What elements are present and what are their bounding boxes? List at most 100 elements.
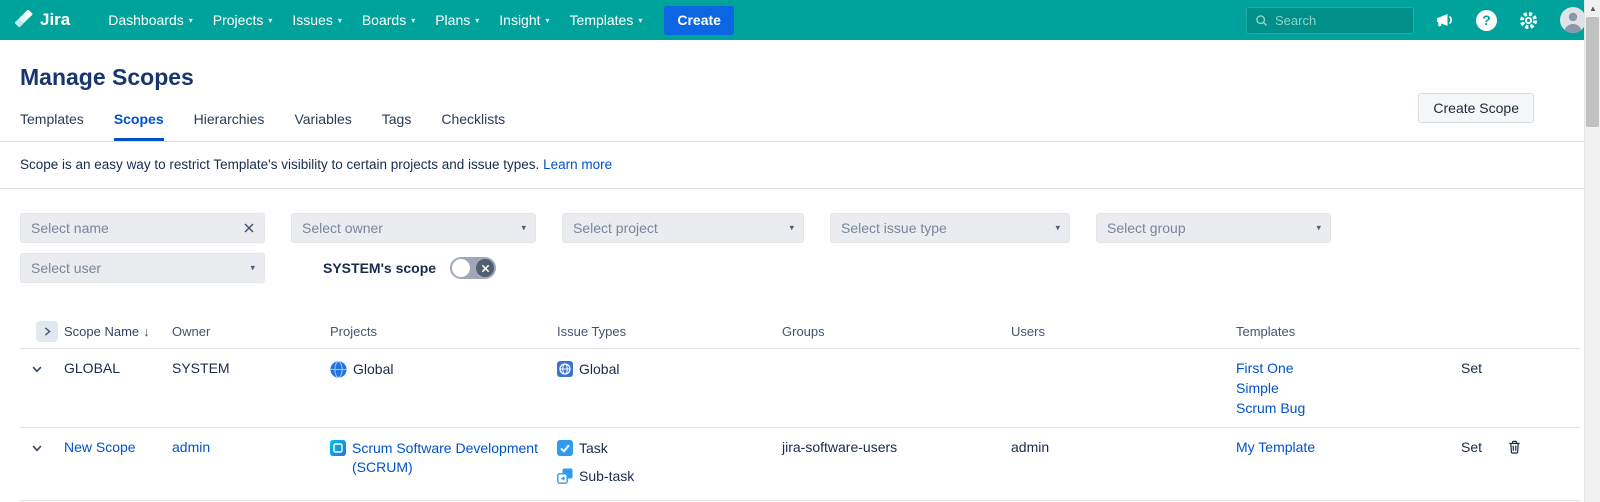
issue-type-label: Sub-task [579, 468, 635, 484]
tab-bar: Templates Scopes Hierarchies Variables T… [0, 93, 1600, 142]
table-row: New Scope admin Scrum Software Developme… [20, 428, 1580, 501]
tab-hierarchies[interactable]: Hierarchies [194, 111, 265, 141]
table-header: Scope Name ↓ Owner Projects Issue Types … [20, 319, 1580, 349]
group-filter[interactable]: Select group ▾ [1096, 213, 1331, 243]
delete-scope-button[interactable] [1507, 439, 1522, 455]
chevron-down-icon: ▾ [1316, 222, 1321, 233]
vertical-scrollbar: ▲ [1584, 0, 1600, 502]
global-search[interactable] [1246, 6, 1414, 34]
column-header-actions [1505, 319, 1580, 348]
learn-more-link[interactable]: Learn more [543, 157, 612, 172]
template-link[interactable]: Scrum Bug [1236, 400, 1451, 416]
search-icon [1255, 14, 1268, 27]
tab-scopes[interactable]: Scopes [113, 111, 164, 141]
nav-insight[interactable]: Insight ▾ [489, 0, 559, 40]
announcements-button[interactable] [1435, 11, 1455, 29]
issue-type-label: Global [579, 361, 620, 377]
nav-projects[interactable]: Projects ▾ [203, 0, 283, 40]
project-link[interactable]: Scrum Software Development (SCRUM) [352, 439, 547, 477]
chevron-down-icon: ▾ [188, 15, 193, 25]
issue-type-filter[interactable]: Select issue type ▾ [830, 213, 1070, 243]
settings-button[interactable] [1518, 10, 1539, 31]
toggle-off-x-icon [476, 259, 495, 277]
users-cell: admin [1011, 439, 1050, 455]
expand-row-button[interactable] [28, 360, 46, 378]
scope-description: Scope is an easy way to restrict Templat… [0, 142, 1600, 189]
owner-link[interactable]: admin [172, 439, 210, 455]
chevron-down-icon: ▾ [545, 15, 550, 25]
user-menu-button[interactable] [1560, 7, 1586, 33]
tab-variables[interactable]: Variables [294, 111, 351, 141]
main-nav: Dashboards ▾ Projects ▾ Issues ▾ Boards ▾ Pl… [98, 0, 652, 40]
users-cell [1011, 349, 1236, 427]
top-navbar: Jira Dashboards ▾ Projects ▾ Issues ▾ Board… [0, 0, 1600, 40]
user-filter[interactable]: Select user ▾ [20, 253, 265, 283]
column-header-owner: Owner [172, 324, 211, 339]
scrollbar-thumb[interactable] [1586, 17, 1599, 127]
name-filter-input[interactable] [31, 220, 236, 236]
chevron-down-icon: ▾ [1055, 222, 1060, 233]
column-header-groups: Groups [782, 324, 825, 339]
jira-logo[interactable]: Jira [14, 10, 70, 30]
chevron-right-icon [41, 325, 54, 338]
set-button[interactable]: Set [1461, 439, 1482, 455]
nav-plans[interactable]: Plans ▾ [425, 0, 489, 40]
actions-cell [1505, 349, 1580, 427]
nav-issues[interactable]: Issues ▾ [282, 0, 351, 40]
system-scope-toggle[interactable] [450, 257, 497, 279]
jira-app: Jira Dashboards ▾ Projects ▾ Issues ▾ Board… [0, 0, 1600, 502]
create-scope-button[interactable]: Create Scope [1418, 93, 1534, 123]
scope-name-link[interactable]: New Scope [64, 439, 136, 455]
toggle-knob [452, 259, 471, 277]
issue-type-label: Task [579, 440, 608, 456]
issue-type-item: Task [557, 439, 772, 461]
description-text: Scope is an easy way to restrict Templat… [20, 157, 540, 172]
jira-logo-icon [14, 10, 34, 30]
column-header-users: Users [1011, 324, 1045, 339]
search-input[interactable] [1275, 12, 1395, 28]
filter-row-1: Select owner ▾ Select project ▾ Select i… [20, 213, 1580, 243]
template-link[interactable]: Simple [1236, 380, 1451, 396]
owner-cell: SYSTEM [172, 360, 230, 376]
expand-row-button[interactable] [28, 439, 46, 457]
groups-cell [782, 349, 1011, 427]
clear-icon[interactable] [243, 222, 255, 234]
tab-checklists[interactable]: Checklists [441, 111, 505, 141]
scroll-up-arrow[interactable]: ▲ [1585, 0, 1600, 16]
chevron-down-icon: ▾ [337, 15, 342, 25]
table-row: GLOBAL SYSTEM Global Global First One Si… [20, 349, 1580, 428]
name-filter[interactable] [20, 213, 265, 243]
nav-boards[interactable]: Boards ▾ [352, 0, 425, 40]
project-item: Global [330, 360, 547, 383]
groups-cell: jira-software-users [782, 439, 898, 455]
template-link[interactable]: First One [1236, 360, 1451, 376]
chevron-down-icon: ▾ [475, 15, 480, 25]
project-label: Global [353, 361, 394, 377]
tab-templates[interactable]: Templates [20, 111, 84, 141]
sort-descending-icon: ↓ [143, 324, 150, 339]
chevron-down-icon: ▾ [789, 222, 794, 233]
trash-icon [1507, 439, 1522, 455]
page-title: Manage Scopes [20, 64, 194, 90]
question-mark-icon: ? [1476, 9, 1497, 31]
tab-tags[interactable]: Tags [382, 111, 412, 141]
brand-label: Jira [40, 10, 71, 29]
nav-dashboards[interactable]: Dashboards ▾ [98, 0, 203, 40]
chevron-down-icon: ▾ [411, 15, 416, 25]
templates-cell: First One Simple Scrum Bug [1236, 360, 1451, 416]
megaphone-icon [1435, 11, 1455, 29]
filters-panel: Select owner ▾ Select project ▾ Select i… [0, 189, 1600, 283]
globe-icon [330, 361, 347, 383]
subtask-icon [557, 468, 573, 489]
column-header-set [1461, 319, 1505, 348]
column-header-scope-name[interactable]: Scope Name ↓ [64, 319, 172, 348]
task-icon [557, 440, 573, 461]
nav-templates[interactable]: Templates ▾ [560, 0, 653, 40]
owner-filter[interactable]: Select owner ▾ [291, 213, 536, 243]
expand-all-button[interactable] [36, 321, 58, 342]
create-button[interactable]: Create [664, 5, 734, 35]
template-link[interactable]: My Template [1236, 439, 1451, 455]
project-filter[interactable]: Select project ▾ [562, 213, 804, 243]
set-button[interactable]: Set [1461, 360, 1482, 376]
help-button[interactable]: ? [1476, 9, 1497, 31]
